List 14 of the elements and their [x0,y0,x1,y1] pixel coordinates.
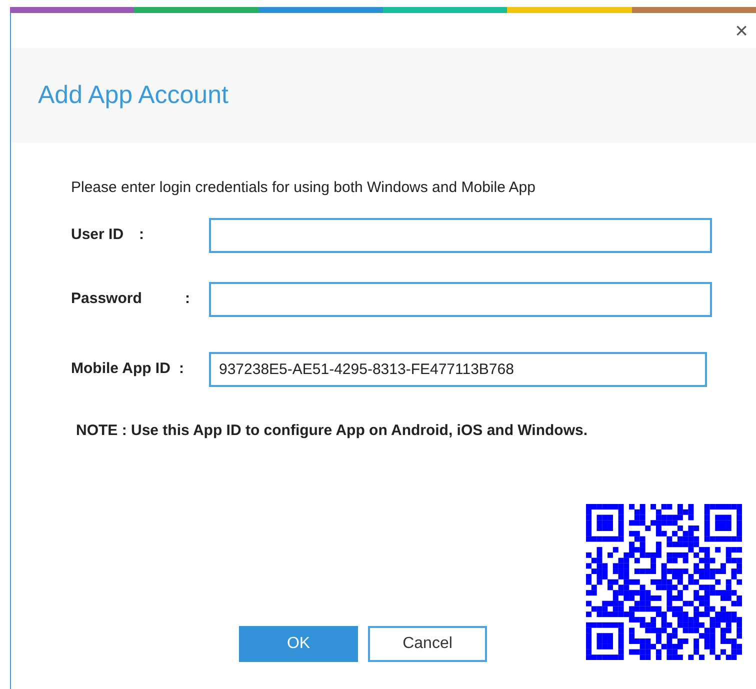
note-text: NOTE : Use this App ID to configure App on Android, iOS and Windows. [76,420,589,440]
instruction-text: Please enter login credentials for using both Windows and Mobile App [71,178,536,198]
label-colon: : [139,224,144,245]
label-colon: : [179,358,184,379]
field-label: Mobile App ID [71,358,172,379]
field-label: Password [71,288,143,309]
input-field[interactable] [209,282,712,316]
cancel-button[interactable]: Cancel [368,626,487,662]
input-field[interactable]: 937238E5-AE51-4295-8313-FE477113B768 [209,352,707,386]
label-colon: : [185,288,190,309]
input-field[interactable] [209,218,712,252]
field-label: User ID [71,224,125,245]
dialog-title: Add App Account [38,80,228,111]
close-button[interactable]: × [731,20,752,42]
